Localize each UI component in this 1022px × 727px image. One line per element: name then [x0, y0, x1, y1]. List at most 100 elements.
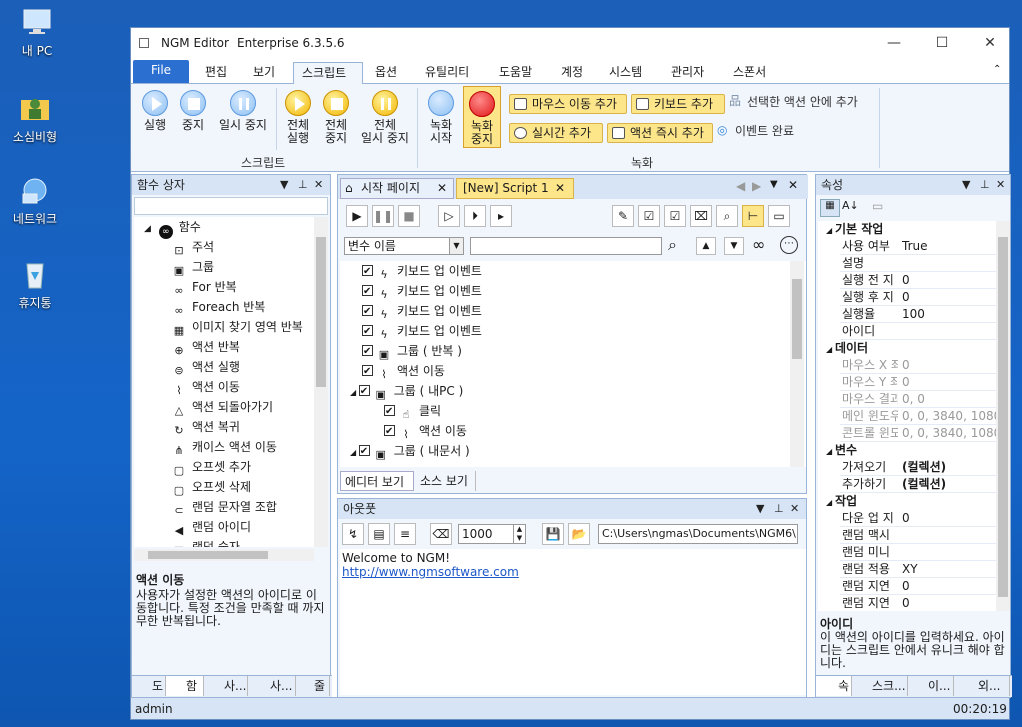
stepper-arrows-icon[interactable]: ▲ ▼	[513, 525, 525, 543]
search-icon[interactable]: ⌕	[668, 235, 677, 255]
tab-lines[interactable]: 줄	[296, 676, 330, 696]
auto-scroll-icon[interactable]: ↯	[342, 523, 364, 545]
maximize-button[interactable]: ☐	[919, 28, 965, 58]
add-realtime-button[interactable]: 실시간 추가	[509, 123, 603, 143]
script-line[interactable]: ◢ ▣그룹 ( 내PC )	[350, 381, 463, 402]
eraser-icon[interactable]: ⌫	[430, 523, 452, 545]
menu-options[interactable]: 옵션	[367, 62, 405, 84]
sort-az-icon[interactable]: A↓	[842, 199, 859, 212]
property-row[interactable]: 마우스 결과 0, 0	[840, 391, 998, 408]
property-row[interactable]: 추가하기 (컬렉션)	[840, 476, 998, 493]
tab-editor-view[interactable]: 에디터 보기	[340, 471, 414, 491]
script-line[interactable]: ϟ키보드 업 이벤트	[362, 261, 482, 282]
line-checkbox[interactable]	[384, 402, 395, 422]
document-icon[interactable]: ▤	[368, 523, 390, 545]
edit-icon[interactable]: ✎	[612, 205, 634, 227]
ribbon-collapse-icon[interactable]: ⌃	[993, 64, 1001, 75]
property-scrollbar[interactable]	[996, 221, 1010, 611]
record-start-button[interactable]: 녹화 시작	[423, 90, 459, 145]
tab-script-1[interactable]: [New] Script 1 ✕	[456, 178, 574, 199]
menu-utility[interactable]: 유틸리티	[417, 62, 477, 84]
delete-icon[interactable]: ⌧	[690, 205, 712, 227]
categorized-icon[interactable]: ▦	[820, 199, 840, 217]
property-row[interactable]: 메인 윈도우 0, 0, 3840, 1080	[840, 408, 998, 425]
record-stop-button[interactable]: 녹화 중지	[463, 86, 501, 148]
desktop-icon-recycle[interactable]: 휴지통	[0, 258, 70, 311]
menu-script[interactable]: 스크립트	[293, 62, 363, 84]
script-line[interactable]: ϟ키보드 업 이벤트	[362, 321, 482, 342]
tree-item-root[interactable]: ◢ ∞ 함수	[144, 217, 201, 239]
function-item[interactable]: ⌇ 액션 이동	[172, 377, 240, 397]
close-button[interactable]: ✕	[967, 28, 1013, 58]
move-down-icon[interactable]: ▼	[724, 237, 744, 255]
pin-icon[interactable]: ⊥	[980, 175, 990, 195]
script-line[interactable]: ◢ ▣그룹 ( 내문서 )	[350, 441, 470, 462]
property-row[interactable]: 사용 여부 True	[840, 238, 998, 255]
pause-button[interactable]: 일시 중지	[215, 90, 271, 132]
menu-sponsor[interactable]: 스폰서	[725, 62, 774, 84]
line-checkbox[interactable]	[358, 382, 370, 402]
property-row[interactable]: 다운 업 지0	[840, 510, 998, 527]
property-pages-icon[interactable]: ▭	[872, 199, 883, 213]
function-item[interactable]: △ 액션 되돌아가기	[172, 397, 273, 417]
pause-all-button[interactable]: 전체 일시 중지	[357, 90, 413, 145]
function-item[interactable]: ∞ Foreach 반복	[172, 297, 265, 317]
collapse-icon[interactable]: ◢	[350, 448, 359, 457]
desktop-icon-network[interactable]: 네트워크	[0, 174, 70, 227]
function-item[interactable]: ⊜ 액션 실행	[172, 357, 240, 377]
function-item[interactable]: ▣ 그룹	[172, 257, 214, 277]
add-keyboard-button[interactable]: 키보드 추가	[631, 94, 725, 114]
property-row[interactable]: 랜덤 지연 0	[840, 578, 998, 595]
stop-all-button[interactable]: 전체 중지	[319, 90, 353, 145]
pin-icon[interactable]: ⊥	[774, 499, 784, 519]
check-all-icon[interactable]: ☑	[638, 205, 660, 227]
list-lines-icon[interactable]: ≡	[394, 523, 416, 545]
menu-system[interactable]: 시스템	[601, 62, 650, 84]
line-checkbox[interactable]	[362, 262, 373, 282]
property-row[interactable]: 랜덤 지연 0	[840, 595, 998, 611]
script-scrollbar[interactable]	[790, 261, 804, 467]
property-row[interactable]: 랜덤 미니	[840, 544, 998, 561]
menu-file[interactable]: File	[133, 60, 189, 83]
pause-icon[interactable]: ❚❚	[372, 205, 394, 227]
line-checkbox[interactable]	[362, 342, 373, 362]
tab-script-props[interactable]: 스크...	[852, 676, 908, 696]
save-icon[interactable]: 💾	[542, 523, 564, 545]
collapse-icon[interactable]: ◢	[826, 447, 835, 456]
function-item[interactable]: ▦랜덤 숫자	[172, 537, 240, 547]
menu-edit[interactable]: 편집	[197, 62, 235, 84]
tree-view-icon[interactable]: ⊢	[742, 205, 764, 227]
loop-icon[interactable]: ∞	[752, 235, 765, 254]
tab-scroll-right-icon[interactable]: ▶	[752, 179, 761, 193]
property-section[interactable]: ◢ 기본 작업	[826, 221, 883, 238]
event-done-button[interactable]: ◎ 이벤트 완료	[717, 124, 807, 138]
menu-account[interactable]: 계정	[553, 62, 591, 84]
script-line[interactable]: ϟ키보드 업 이벤트	[362, 301, 482, 322]
dropdown-icon[interactable]: ▼	[962, 175, 970, 195]
run-button[interactable]: 실행	[139, 90, 171, 132]
tab-tools[interactable]: 도	[132, 676, 166, 696]
minimize-button[interactable]: —	[871, 28, 917, 58]
function-item[interactable]: ∞ For 반복	[172, 277, 236, 297]
property-row[interactable]: 랜덤 맥시	[840, 527, 998, 544]
property-row[interactable]: 실행 후 지0	[840, 289, 998, 306]
variable-search-input[interactable]	[470, 237, 662, 255]
close-icon[interactable]: ✕	[996, 175, 1005, 195]
property-row[interactable]: 아이디	[840, 323, 998, 340]
step-play-icon[interactable]: ▷	[438, 205, 460, 227]
line-checkbox[interactable]	[362, 362, 373, 382]
add-mouse-move-button[interactable]: 마우스 이동 추가	[509, 94, 627, 114]
line-checkbox[interactable]	[362, 302, 373, 322]
function-tree-scrollbar[interactable]	[314, 217, 328, 547]
dropdown-icon[interactable]: ▼	[756, 499, 764, 519]
function-item[interactable]: ↻ 액션 복귀	[172, 417, 240, 437]
script-line[interactable]: ϟ키보드 업 이벤트	[362, 281, 482, 302]
output-path-field[interactable]: C:\Users\ngmas\Documents\NGM6\	[598, 524, 798, 544]
max-lines-stepper[interactable]: 1000 ▲ ▼	[458, 524, 526, 544]
property-row[interactable]: 마우스 X 좌0	[840, 357, 998, 374]
dropdown-icon[interactable]: ▼	[280, 175, 288, 195]
line-checkbox[interactable]	[362, 282, 373, 302]
function-item[interactable]: ◀ 랜덤 아이디	[172, 517, 251, 537]
collapse-icon[interactable]: ◢	[144, 224, 151, 234]
tab-list-icon[interactable]: ▼	[770, 179, 778, 190]
